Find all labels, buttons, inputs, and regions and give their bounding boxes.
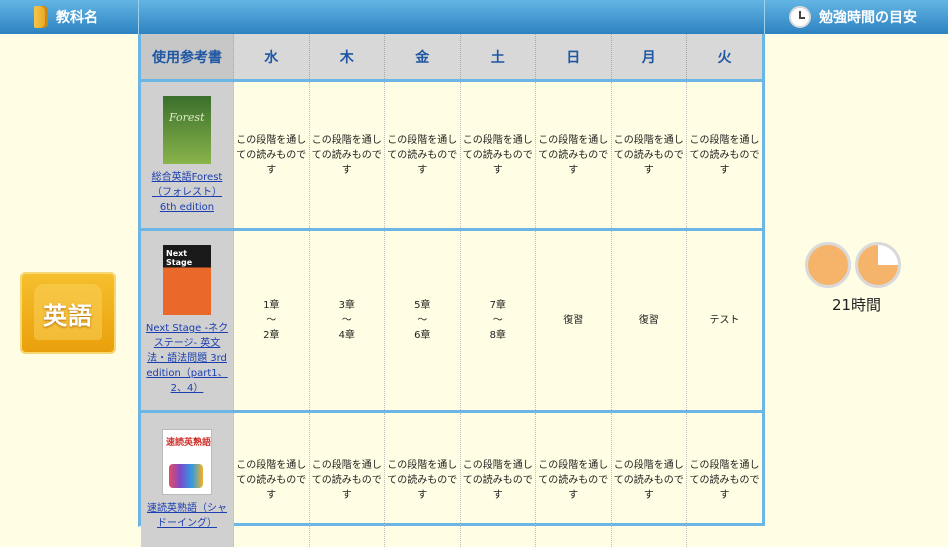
schedule-cell: この段階を通しての読みものです [309, 81, 385, 230]
schedule-cell: この段階を通しての読みものです [687, 81, 763, 230]
day-header: 土 [460, 34, 536, 81]
header-bar: 教科名 勉強時間の目安 [0, 0, 948, 34]
day-header: 金 [385, 34, 461, 81]
clock-icon [789, 6, 811, 28]
subject-cell: 英語 [0, 34, 139, 527]
day-header: 火 [687, 34, 763, 81]
table-header-row: 使用参考書 水 木 金 土 日 月 火 [141, 34, 762, 81]
schedule-cell: 復習 [536, 230, 612, 412]
book-cell: Forest 総合英語Forest（フォレスト） 6th edition [141, 81, 234, 230]
time-header-label: 勉強時間の目安 [819, 7, 917, 27]
study-time-clocks [805, 242, 901, 288]
schedule-cell: この段階を通しての読みものです [234, 81, 310, 230]
subject-label: 英語 [43, 296, 93, 331]
schedule-cell: この段階を通しての読みものです [385, 81, 461, 230]
cover-text: 速読英熟語 [166, 436, 211, 451]
clock-partial-icon [855, 242, 901, 288]
schedule-cell: この段階を通しての読みものです [611, 81, 687, 230]
book-cover-image[interactable]: Forest [163, 96, 211, 164]
schedule-cell: テスト [687, 230, 763, 412]
book-column-header: 使用参考書 [141, 34, 234, 81]
cover-text: Forest [169, 110, 205, 125]
study-time-label: 21時間 [765, 294, 948, 315]
schedule-cell: 5章 〜 6章 [385, 230, 461, 412]
day-header: 水 [234, 34, 310, 81]
subject-header: 教科名 [0, 0, 139, 34]
book-link[interactable]: 総合英語Forest（フォレスト） 6th edition [152, 172, 223, 213]
table-row: Forest 総合英語Forest（フォレスト） 6th edition この段… [141, 81, 762, 230]
clock-full-icon [805, 242, 851, 288]
schedule-cell: 1章 〜 2章 [234, 230, 310, 412]
subject-header-label: 教科名 [56, 7, 98, 27]
cover-illustration [169, 464, 203, 488]
book-link[interactable]: Next Stage -ネクステージ- 英文法・語法問題 3rd edition… [146, 323, 228, 394]
day-header: 木 [309, 34, 385, 81]
day-header: 月 [611, 34, 687, 81]
schedule-cell: この段階を通しての読みものです [536, 81, 612, 230]
time-header: 勉強時間の目安 [765, 0, 948, 34]
folder-icon [34, 6, 48, 28]
header-spacer [139, 0, 765, 34]
study-time-cell: 21時間 [765, 34, 948, 527]
subject-badge: 英語 [20, 272, 116, 354]
book-link[interactable]: 速読英熟語（シャドーイング） [147, 503, 227, 529]
book-cell: Next Stage Next Stage -ネクステージ- 英文法・語法問題 … [141, 230, 234, 412]
book-cover-image[interactable]: 速読英熟語 [162, 429, 212, 495]
table-row: Next Stage Next Stage -ネクステージ- 英文法・語法問題 … [141, 230, 762, 412]
schedule-cell: 3章 〜 4章 [309, 230, 385, 412]
schedule-table: 使用参考書 水 木 金 土 日 月 火 Forest 総合英語Forest（フォ… [138, 34, 765, 526]
book-cover-image[interactable]: Next Stage [163, 245, 211, 315]
schedule-cell: この段階を通しての読みものです [460, 81, 536, 230]
cover-text: Next Stage [166, 249, 211, 267]
schedule-cell: 7章 〜 8章 [460, 230, 536, 412]
day-header: 日 [536, 34, 612, 81]
schedule-cell: 復習 [611, 230, 687, 412]
